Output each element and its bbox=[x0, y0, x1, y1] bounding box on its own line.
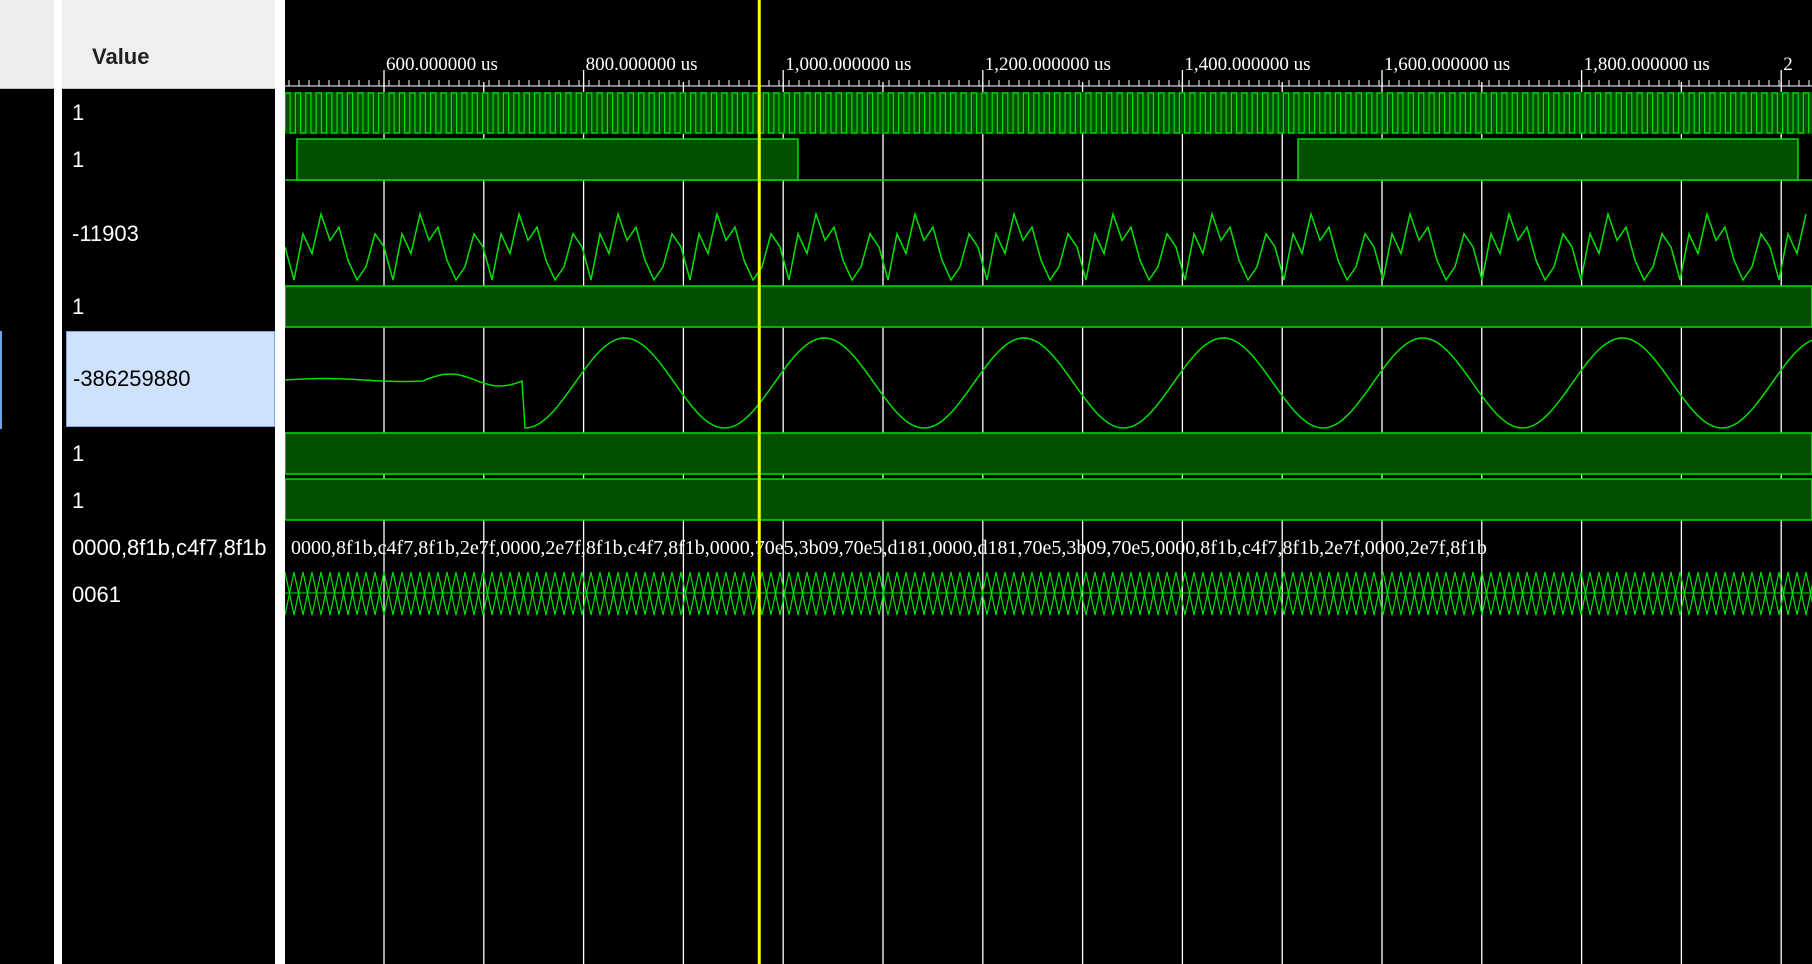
ruler-tick-label: 1,200.000000 us bbox=[985, 54, 1111, 75]
signal-value-8[interactable]: 0000,8f1b,c4f7,8f1b bbox=[72, 535, 267, 561]
name-selection-indicator bbox=[0, 331, 2, 429]
clock-waveform bbox=[285, 92, 1812, 134]
signal-value-7[interactable]: 1 bbox=[72, 488, 84, 514]
triangle-waveform bbox=[285, 211, 1807, 282]
waveform-canvas[interactable]: 600.000000 us 800.000000 us 1,000.000000 u… bbox=[285, 0, 1812, 964]
name-column-header[interactable] bbox=[0, 0, 54, 89]
name-column[interactable] bbox=[0, 0, 54, 964]
bus-values-text: 0000,8f1b,c4f7,8f1b,2e7f,0000,2e7f,8f1b,… bbox=[291, 537, 1487, 559]
value-wave-splitter[interactable] bbox=[275, 0, 285, 964]
sine-waveform bbox=[285, 337, 1812, 429]
value-column-header[interactable]: Value bbox=[62, 0, 275, 89]
value-header-label: Value bbox=[92, 44, 150, 69]
ruler-tick-label: 800.000000 us bbox=[586, 54, 698, 75]
ruler-tick-label: 600.000000 us bbox=[386, 54, 498, 75]
signal-value-3[interactable]: -11903 bbox=[72, 221, 139, 247]
high-signal-waveform-1 bbox=[285, 285, 1812, 328]
name-value-splitter[interactable] bbox=[54, 0, 62, 964]
ruler-tick-label: 1,600.000000 us bbox=[1384, 54, 1510, 75]
signal-value-5-selected[interactable]: -386259880 bbox=[66, 331, 275, 427]
high-bar bbox=[285, 478, 1812, 521]
ruler-tick-label: 1,800.000000 us bbox=[1584, 54, 1710, 75]
signal-value-6[interactable]: 1 bbox=[72, 441, 84, 467]
ruler-tick-label: 1,000.000000 us bbox=[785, 54, 911, 75]
grid-lines bbox=[383, 82, 1782, 964]
ruler-tick-label: 1,400.000000 us bbox=[1184, 54, 1310, 75]
high-bar bbox=[285, 285, 1812, 328]
enable-waveform bbox=[285, 138, 1812, 181]
high-signal-waveform-3 bbox=[285, 478, 1812, 521]
time-ruler[interactable]: 600.000000 us 800.000000 us 1,000.000000 u… bbox=[285, 54, 1812, 87]
signal-value-4[interactable]: 1 bbox=[72, 294, 84, 320]
enable-high-segment bbox=[1297, 138, 1799, 181]
fast-bus-waveform bbox=[285, 571, 1812, 616]
high-bar bbox=[285, 432, 1812, 475]
value-column[interactable]: Value 1 1 -11903 1 -386259880 1 1 0000,8… bbox=[62, 0, 275, 964]
ruler-tick-label: 2 bbox=[1783, 54, 1793, 75]
signal-value-1[interactable]: 1 bbox=[72, 100, 84, 126]
signal-value-9[interactable]: 0061 bbox=[72, 582, 121, 608]
high-signal-waveform-2 bbox=[285, 432, 1812, 475]
bus-waveform: 0000,8f1b,c4f7,8f1b,2e7f,0000,2e7f,8f1b,… bbox=[291, 537, 1487, 559]
enable-high-segment bbox=[296, 138, 799, 181]
signal-value-2[interactable]: 1 bbox=[72, 147, 84, 173]
